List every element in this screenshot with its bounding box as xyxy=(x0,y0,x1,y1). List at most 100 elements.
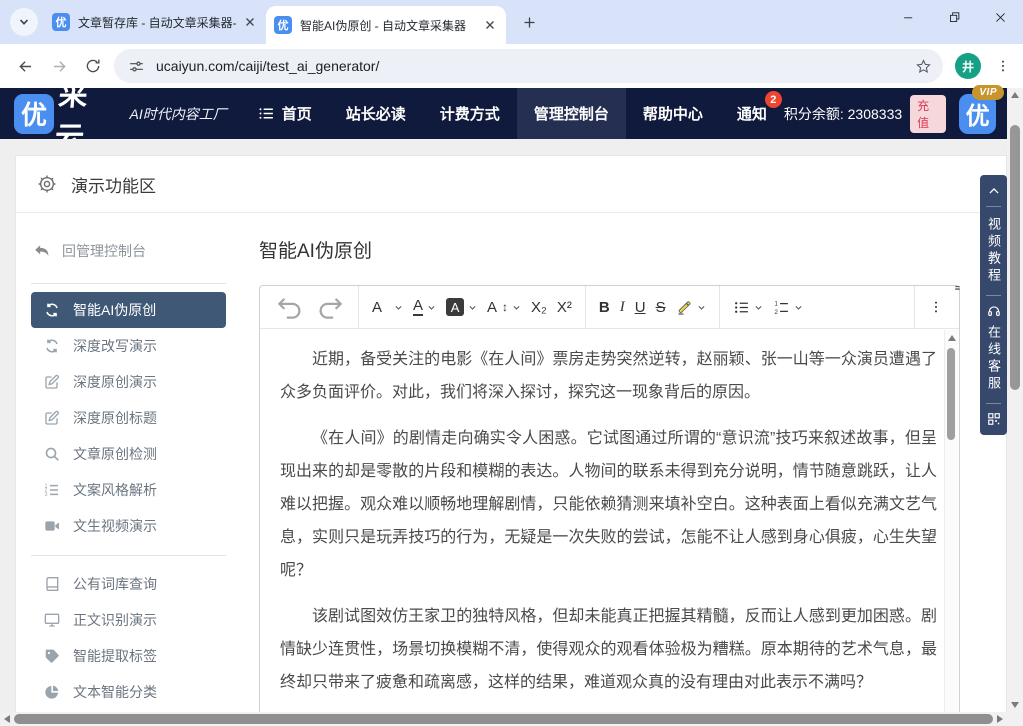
editor-scrollbar[interactable] xyxy=(944,330,958,726)
sidebar-item-label: 深度原创演示 xyxy=(73,372,157,392)
section-title: 演示功能区 xyxy=(71,172,156,197)
editor-content[interactable]: 近期，备受关注的电影《在人间》票房走势突然逆转，赵丽颖、张一山等一众演员遭遇了众… xyxy=(260,330,944,726)
toolbar-overflow-button[interactable] xyxy=(923,292,949,322)
sidebar-item[interactable]: 123 文案风格解析 xyxy=(31,472,226,508)
sidebar-item[interactable]: 深度原创演示 xyxy=(31,364,226,400)
background-color-button[interactable]: A xyxy=(441,292,482,322)
online-service-button[interactable]: 在线客服 xyxy=(987,323,1000,395)
subscript-button[interactable]: X₂ xyxy=(526,292,552,322)
numbered-list-button[interactable]: 12 xyxy=(768,292,808,322)
bulleted-list-button[interactable] xyxy=(728,292,768,322)
line-height-button[interactable]: A↕ xyxy=(482,292,526,322)
sidebar: 回管理控制台 智能AI伪原创 深度改写演示 深度原创演示 xyxy=(31,213,226,710)
chevron-down-icon xyxy=(697,303,706,312)
browser-menu-icon[interactable] xyxy=(991,52,1015,80)
tab-close-icon[interactable] xyxy=(242,14,258,30)
recharge-button[interactable]: 充值 xyxy=(910,95,946,133)
chevron-up-icon[interactable] xyxy=(987,184,1001,198)
highlight-pen-button[interactable] xyxy=(671,292,711,322)
sidebar-item-label: 深度原创标题 xyxy=(73,408,157,428)
back-arrow-icon xyxy=(33,242,51,260)
sidebar-item[interactable]: 智能AI伪原创 xyxy=(31,292,226,328)
sync-icon xyxy=(44,302,60,318)
vip-badge: VIP xyxy=(972,85,1004,100)
sidebar-item-label: 深度改写演示 xyxy=(73,336,157,356)
svg-text:3: 3 xyxy=(45,492,48,498)
sidebar-item[interactable]: 公有词库查询 xyxy=(31,566,226,602)
strikethrough-button[interactable]: S xyxy=(651,292,671,322)
nav-item-label: 站长必读 xyxy=(346,103,406,124)
gear-icon xyxy=(37,174,57,194)
undo-button[interactable] xyxy=(270,292,310,322)
nav-item-label: 计费方式 xyxy=(440,103,500,124)
sidebar-item[interactable]: 正文识别演示 xyxy=(31,602,226,638)
logo-mark[interactable]: 优 xyxy=(14,94,54,134)
sync-icon xyxy=(44,338,60,354)
site-settings-icon[interactable] xyxy=(128,58,145,75)
page-horizontal-scrollbar[interactable] xyxy=(0,712,1007,726)
chevron-down-icon xyxy=(512,303,521,312)
italic-button[interactable]: I xyxy=(615,292,630,322)
browser-profile-avatar[interactable]: 井 xyxy=(955,53,981,79)
page-vertical-scrollbar[interactable] xyxy=(1007,88,1023,712)
qr-code-icon[interactable] xyxy=(987,412,1001,426)
back-to-console-link[interactable]: 回管理控制台 xyxy=(31,237,226,283)
nav-item[interactable]: 帮助中心 xyxy=(626,88,720,139)
user-avatar[interactable]: 优 VIP xyxy=(959,94,996,134)
nav-item[interactable]: 管理控制台 xyxy=(517,88,626,139)
sidebar-item[interactable]: 深度改写演示 xyxy=(31,328,226,364)
font-color-button[interactable]: A xyxy=(408,292,441,322)
scroll-left-arrow[interactable] xyxy=(4,715,10,723)
editor-scrollbar-thumb[interactable] xyxy=(947,348,955,440)
font-size-button[interactable]: A≡ xyxy=(367,292,408,322)
bold-button[interactable]: B xyxy=(594,292,615,322)
browser-tabstrip: 优 文章暂存库 - 自动文章采集器-优 优 智能AI伪原创 - 自动文章采集器 xyxy=(0,0,1023,44)
tab-search-button[interactable] xyxy=(10,8,38,36)
sidebar-item[interactable]: 文本智能分类 xyxy=(31,674,226,710)
new-tab-button[interactable] xyxy=(516,9,542,35)
browser-tab[interactable]: 优 文章暂存库 - 自动文章采集器-优 xyxy=(44,5,266,39)
edit-icon xyxy=(44,410,60,426)
nav-item-label: 帮助中心 xyxy=(643,103,703,124)
bookmark-star-icon[interactable] xyxy=(909,52,937,80)
redo-button[interactable] xyxy=(310,292,350,322)
sidebar-item-label: 智能AI伪原创 xyxy=(73,300,156,320)
tab-title: 文章暂存库 - 自动文章采集器-优 xyxy=(78,14,236,31)
demo-panel: 演示功能区 回管理控制台 智能AI伪原创 xyxy=(15,155,1007,726)
restore-button[interactable] xyxy=(931,0,977,34)
toolbar-separator xyxy=(585,286,586,328)
close-window-button[interactable] xyxy=(977,0,1023,34)
horizontal-scrollbar-thumb[interactable] xyxy=(14,714,993,724)
scroll-up-arrow[interactable] xyxy=(1011,92,1019,98)
minimize-button[interactable] xyxy=(885,0,931,34)
sidebar-item[interactable]: 深度原创标题 xyxy=(31,400,226,436)
sidebar-item[interactable]: 文生视频演示 xyxy=(31,508,226,544)
address-bar[interactable]: ucaiyun.com/caiji/test_ai_generator/ xyxy=(114,49,943,83)
scroll-up-arrow[interactable] xyxy=(948,335,956,341)
superscript-button[interactable]: X² xyxy=(552,292,577,322)
video-tutorial-button[interactable]: 视频教程 xyxy=(987,215,1000,287)
tab-close-icon[interactable] xyxy=(482,17,498,33)
back-button[interactable] xyxy=(8,50,42,82)
numbered-list-icon: 12 xyxy=(773,299,790,316)
floating-side-widget: 视频教程 在线客服 xyxy=(980,175,1007,435)
nav-item[interactable]: 首页 xyxy=(241,88,329,139)
nav-item[interactable]: 计费方式 xyxy=(423,88,517,139)
toolbar-separator xyxy=(719,286,720,328)
chevron-down-icon xyxy=(754,303,763,312)
pie-icon xyxy=(44,684,60,700)
rich-text-editor: A≡ A A A↕ xyxy=(259,285,960,726)
sidebar-item[interactable]: 文章原创检测 xyxy=(31,436,226,472)
sidebar-item[interactable]: 智能提取标签 xyxy=(31,638,226,674)
vertical-scrollbar-thumb[interactable] xyxy=(1010,125,1020,390)
underline-button[interactable]: U xyxy=(630,292,651,322)
svg-text:2: 2 xyxy=(774,308,778,315)
nav-item[interactable]: 通知 2 xyxy=(720,88,784,139)
scroll-down-arrow[interactable] xyxy=(1011,702,1019,708)
nav-item[interactable]: 站长必读 xyxy=(329,88,423,139)
url-text[interactable]: ucaiyun.com/caiji/test_ai_generator/ xyxy=(156,58,909,74)
chevron-down-icon xyxy=(18,16,30,28)
back-label: 回管理控制台 xyxy=(62,241,146,261)
scroll-right-arrow[interactable] xyxy=(997,715,1003,723)
browser-tab[interactable]: 优 智能AI伪原创 - 自动文章采集器 xyxy=(266,6,506,44)
